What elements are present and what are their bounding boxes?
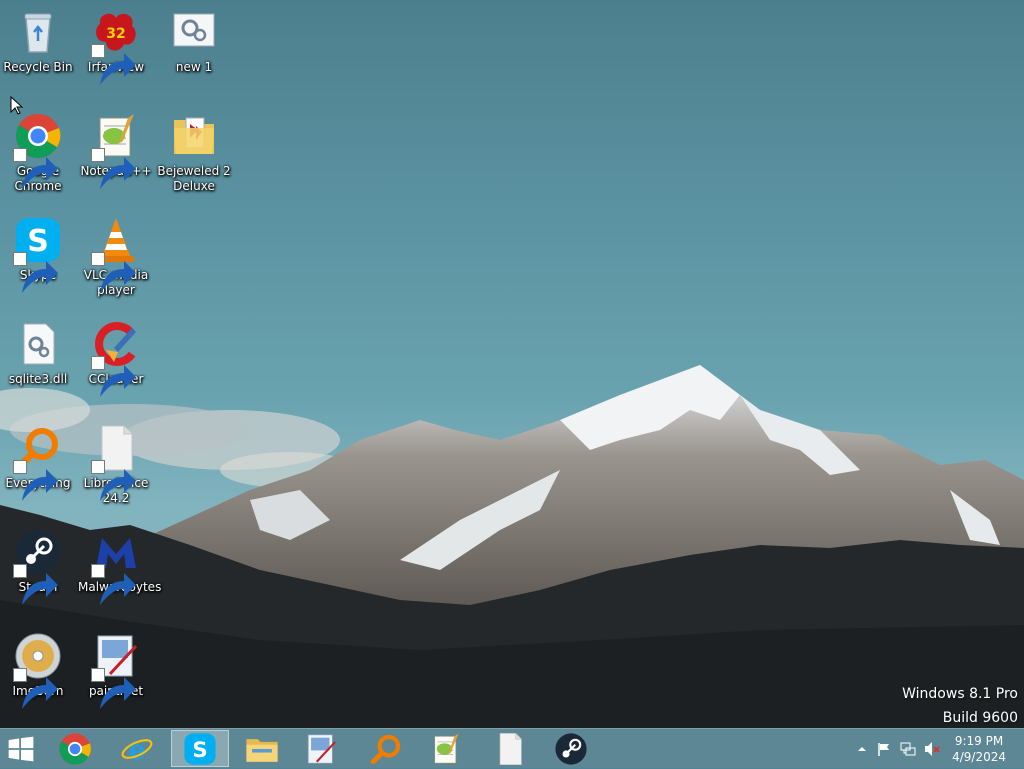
desktop-icon-new-1[interactable]: new 1 xyxy=(156,8,232,75)
desktop-icon-label: sqlite3.dll xyxy=(8,372,68,386)
libreoffice-icon xyxy=(499,732,522,765)
desktop-icon-sqlite3-dll[interactable]: sqlite3.dll xyxy=(0,320,76,387)
shortcut-arrow-icon xyxy=(13,252,58,293)
file-explorer-icon xyxy=(246,738,278,762)
shortcut-arrow-icon xyxy=(91,356,136,397)
shortcut-arrow-icon xyxy=(91,460,136,501)
desktop-icon-ccleaner[interactable]: CCleaner xyxy=(78,320,154,397)
folder-icon xyxy=(170,112,218,160)
shortcut-arrow-icon xyxy=(91,668,136,709)
desktop-icon-label: new 1 xyxy=(175,60,213,74)
imgburn-icon xyxy=(13,632,62,709)
taskbar-skype[interactable]: S xyxy=(171,730,229,767)
mouse-cursor-icon xyxy=(10,96,24,115)
taskbar-file-explorer[interactable] xyxy=(233,730,291,767)
taskbar-internet-explorer[interactable]: e xyxy=(108,730,166,767)
desktop-icon-label: Recycle Bin xyxy=(3,60,73,74)
notification-area: 9:19 PM 4/9/2024 xyxy=(844,729,1024,769)
desktop-icon-notepad-plus-plus[interactable]: Notepad++ xyxy=(78,112,154,189)
shortcut-arrow-icon xyxy=(13,148,58,189)
settings-file-icon xyxy=(170,8,218,56)
svg-text:S: S xyxy=(192,737,207,762)
volume-muted-icon[interactable] xyxy=(924,741,940,757)
irfanview-icon: 32 xyxy=(91,8,140,85)
malwarebytes-icon xyxy=(91,528,140,605)
shortcut-arrow-icon xyxy=(91,148,136,189)
taskbar: e S 9:19 PM 4/9/2024 xyxy=(0,728,1024,768)
shortcut-arrow-icon xyxy=(91,564,136,605)
desktop-icon-google-chrome[interactable]: Google Chrome xyxy=(0,112,76,194)
steam-icon xyxy=(555,732,587,765)
windows-logo-icon xyxy=(8,736,34,761)
paintnet-icon xyxy=(91,632,140,709)
desktop-icon-paint-net[interactable]: paint.net xyxy=(78,632,154,709)
dll-file-icon xyxy=(14,320,62,368)
desktop-icon-label: Bejeweled 2 Deluxe xyxy=(157,164,231,193)
clock[interactable]: 9:19 PM 4/9/2024 xyxy=(952,733,1006,765)
taskbar-steam[interactable] xyxy=(542,730,600,767)
windows-version-watermark: Windows 8.1 Pro Build 9600 xyxy=(902,682,1018,728)
taskbar-notepadpp[interactable] xyxy=(417,730,475,767)
desktop-icon-bejeweled-2-deluxe[interactable]: Bejeweled 2 Deluxe xyxy=(156,112,232,194)
paintnet-icon xyxy=(307,733,336,764)
start-button[interactable] xyxy=(0,730,50,767)
shortcut-arrow-icon xyxy=(13,668,58,709)
desktop-icon-steam[interactable]: Steam xyxy=(0,528,76,605)
action-center-flag-icon[interactable] xyxy=(876,741,892,757)
desktop-icon-irfanview[interactable]: 32 IrfanView xyxy=(78,8,154,85)
show-hidden-icons-chevron-icon[interactable] xyxy=(854,741,870,757)
desktop-icon-recycle-bin[interactable]: Recycle Bin xyxy=(0,8,76,75)
skype-icon: S xyxy=(184,732,216,765)
desktop-icon-skype[interactable]: S Skype xyxy=(0,216,76,293)
chrome-icon xyxy=(13,112,62,189)
steam-icon xyxy=(13,528,62,605)
taskbar-chrome[interactable] xyxy=(46,730,104,767)
notepadpp-icon xyxy=(434,732,459,764)
skype-icon: S xyxy=(13,216,62,293)
libreoffice-icon xyxy=(91,424,140,501)
shortcut-arrow-icon xyxy=(13,460,58,501)
everything-icon xyxy=(13,424,62,501)
ccleaner-icon xyxy=(91,320,140,397)
shortcut-arrow-icon xyxy=(13,564,58,605)
taskbar-paintnet[interactable] xyxy=(292,730,350,767)
taskbar-everything[interactable] xyxy=(357,730,415,767)
taskbar-libreoffice[interactable] xyxy=(481,730,539,767)
notepadpp-icon xyxy=(91,112,140,189)
desktop[interactable]: Recycle Bin 32 IrfanView new 1 Google Ch… xyxy=(0,0,1024,728)
clock-time: 9:19 PM xyxy=(954,734,1004,748)
desktop-icon-imgburn[interactable]: ImgBurn xyxy=(0,632,76,709)
everything-icon xyxy=(370,734,401,764)
watermark-edition: Windows 8.1 Pro xyxy=(902,686,1018,702)
recycle-bin-icon xyxy=(14,8,62,56)
desktop-icon-libreoffice[interactable]: LibreOffice 24.2 xyxy=(78,424,154,506)
shortcut-arrow-icon xyxy=(91,44,136,85)
shortcut-arrow-icon xyxy=(91,252,136,293)
watermark-build: Build 9600 xyxy=(942,710,1018,726)
chrome-icon xyxy=(59,732,91,765)
internet-explorer-icon: e xyxy=(121,734,153,765)
desktop-icon-malwarebytes[interactable]: Malwarebytes xyxy=(78,528,161,605)
irfanview-badge: 32 xyxy=(106,26,125,42)
vlc-icon xyxy=(91,216,140,293)
desktop-icon-everything[interactable]: Everything xyxy=(0,424,76,501)
clock-date: 4/9/2024 xyxy=(952,750,1006,764)
network-icon[interactable] xyxy=(900,741,916,757)
desktop-icon-vlc[interactable]: VLC media player xyxy=(78,216,154,298)
